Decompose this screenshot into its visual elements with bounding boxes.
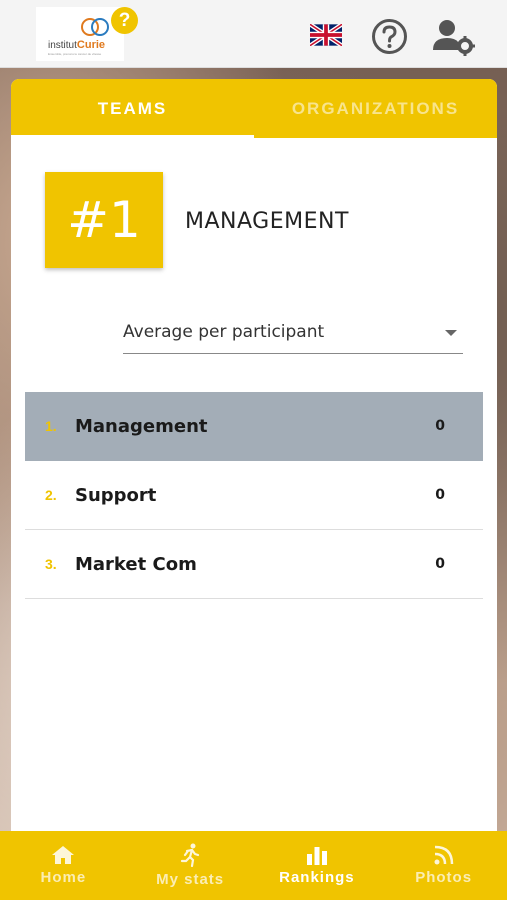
uk-flag-icon[interactable] (310, 24, 342, 46)
nav-photos[interactable]: Photos (380, 831, 507, 900)
select-value: Average per participant (123, 322, 325, 342)
top-bar: institutCurie Ensemble, prenons le cance… (0, 0, 507, 68)
nav-rankings[interactable]: Rankings (254, 831, 381, 900)
ranking-list: 1. Management 0 2. Support 0 3. Market C… (25, 392, 483, 599)
ranking-row[interactable]: 3. Market Com 0 (25, 530, 483, 599)
nav-label: Photos (415, 869, 473, 886)
nav-my-stats[interactable]: My stats (127, 831, 254, 900)
rank-number: 3. (45, 556, 57, 572)
leader-rank-badge: #1 (45, 172, 163, 268)
home-icon (52, 846, 75, 864)
runner-icon (181, 843, 200, 867)
bar-chart-icon (306, 847, 327, 865)
user-gear-icon[interactable] (433, 18, 475, 56)
logo-subtitle: Ensemble, prenons le cancer de vitesse (48, 52, 102, 56)
logo-rings-icon (81, 18, 109, 36)
leader-team-name: MANAGEMENT (185, 209, 349, 234)
nav-label: Rankings (279, 869, 355, 886)
ranking-row[interactable]: 1. Management 0 (25, 392, 483, 461)
team-score: 0 (435, 418, 445, 434)
rankings-card: TEAMS ORGANIZATIONS #1 MANAGEMENT Averag… (11, 79, 497, 839)
team-name: Management (75, 415, 208, 437)
ranking-row[interactable]: 2. Support 0 (25, 461, 483, 530)
rank-number: 1. (45, 418, 57, 434)
team-score: 0 (435, 556, 445, 572)
rank-number: 2. (45, 487, 57, 503)
caret-down-icon (445, 330, 457, 336)
tab-bar: TEAMS ORGANIZATIONS (11, 79, 497, 138)
nav-label: Home (40, 869, 87, 886)
nav-home[interactable]: Home (0, 831, 127, 900)
bottom-nav: Home My stats Rankings Photos (0, 831, 507, 900)
team-name: Market Com (75, 553, 197, 575)
team-score: 0 (435, 487, 445, 503)
rss-icon (434, 845, 453, 865)
nav-label: My stats (156, 871, 225, 888)
team-name: Support (75, 484, 157, 506)
help-badge[interactable]: ? (111, 7, 138, 34)
ranking-metric-select[interactable]: Average per participant (123, 316, 463, 354)
tab-organizations[interactable]: ORGANIZATIONS (254, 79, 497, 138)
question-circle-icon[interactable] (371, 18, 408, 55)
logo-text: institutCurie (48, 39, 106, 51)
tab-teams[interactable]: TEAMS (11, 79, 254, 138)
